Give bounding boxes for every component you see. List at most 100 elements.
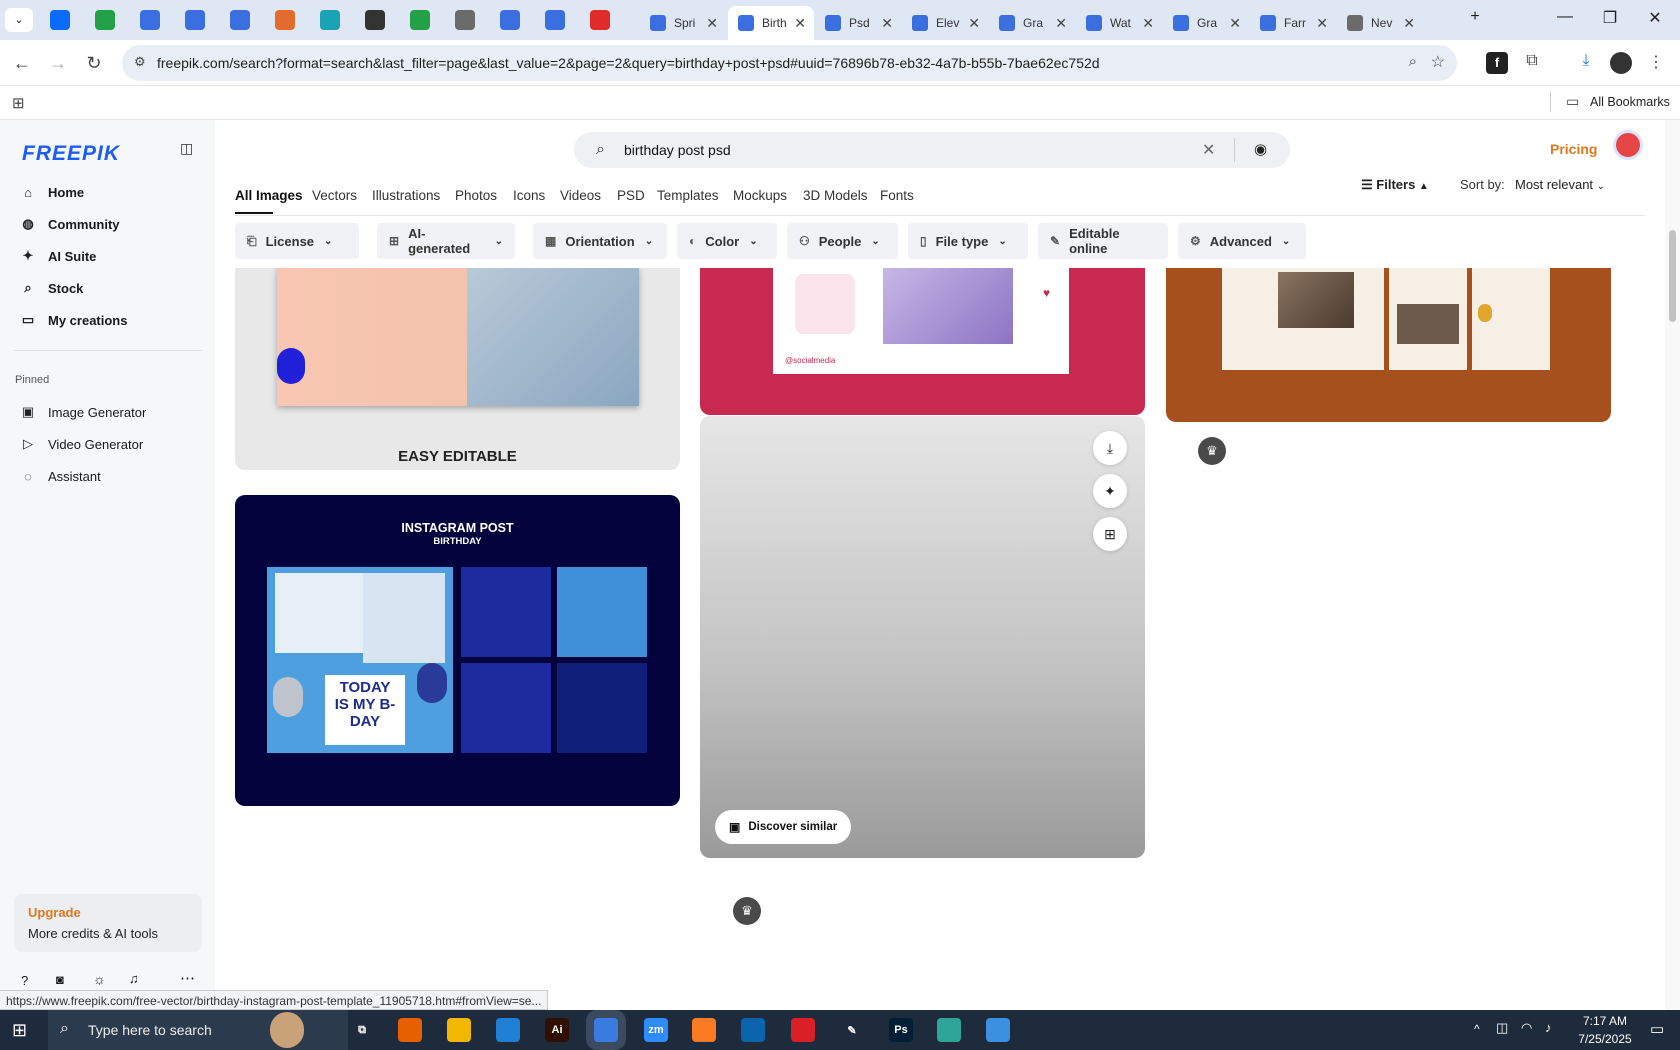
sidebar-item-community[interactable]: ◍ Community (20, 210, 119, 238)
sidebar-item-my-creations[interactable]: ▭ My creations (20, 306, 128, 334)
result-card-easy-editable[interactable]: EASY EDITABLE (235, 268, 680, 470)
bookmark-star-icon[interactable]: ☆ (1431, 52, 1445, 72)
pinned-tab-favicon[interactable] (590, 10, 610, 30)
filter-advanced[interactable]: ⚙ Advanced ⌄ (1178, 223, 1306, 259)
pinned-tab-favicon[interactable] (230, 10, 250, 30)
browser-tab[interactable]: Spri ✕ (640, 6, 726, 40)
tray-wifi-icon[interactable]: ◠ (1521, 1020, 1532, 1036)
close-window-button[interactable]: ✕ (1640, 8, 1670, 28)
tray-network-icon[interactable]: ◫ (1496, 1020, 1508, 1036)
result-card-instagram-post[interactable]: INSTAGRAM POST BIRTHDAY TODAY IS MY B-DA… (235, 495, 680, 806)
pinned-tab-favicon[interactable] (455, 10, 475, 30)
result-card-loading[interactable]: ⤓ ✦ ⊞ ▣ Discover similar (700, 416, 1145, 858)
close-tab-icon[interactable]: ✕ (881, 15, 893, 32)
tab-all-images[interactable]: All Images (235, 188, 303, 203)
tab-videos[interactable]: Videos (560, 188, 601, 203)
tab-photos[interactable]: Photos (455, 188, 497, 203)
theme-sun-icon[interactable]: ☼ (93, 971, 106, 987)
user-avatar[interactable] (1613, 130, 1643, 160)
discover-similar-button[interactable]: ▣ Discover similar (715, 810, 852, 844)
filter-ai-generated[interactable]: ⊞ AI-generated ⌄ (377, 223, 515, 259)
extension-icon[interactable]: f (1486, 52, 1508, 74)
collapse-sidebar-icon[interactable]: ◫ (180, 140, 193, 157)
apps-grid-icon[interactable]: ⊞ (12, 94, 25, 112)
firefox-icon[interactable] (398, 1018, 422, 1042)
browser-tab[interactable]: Psd ✕ (815, 6, 901, 40)
extensions-puzzle-icon[interactable]: ⧉ (1521, 52, 1543, 74)
close-tab-icon[interactable]: ✕ (706, 15, 718, 32)
pinned-tab-favicon[interactable] (500, 10, 520, 30)
result-card-party-flyer[interactable] (1166, 268, 1611, 422)
filters-toggle[interactable]: ☰ Filters ▲ (1361, 177, 1429, 193)
sidebar-item-home[interactable]: ⌂ Home (20, 178, 84, 206)
creative-cloud-icon[interactable] (791, 1018, 815, 1042)
sidebar-item-ai-suite[interactable]: ✦ AI Suite (20, 242, 97, 270)
tray-chevron-icon[interactable]: ^ (1474, 1022, 1480, 1036)
photos-icon[interactable] (986, 1018, 1010, 1042)
file-explorer-icon[interactable] (447, 1018, 471, 1042)
result-card-pink-birthday[interactable]: @socialmedia ♥ (700, 268, 1145, 415)
menu-kebab-icon[interactable]: ⋮ (1645, 52, 1667, 74)
profile-avatar[interactable] (1610, 52, 1632, 74)
vertical-scrollbar[interactable] (1665, 120, 1680, 1010)
download-icon[interactable]: ⤓ (1093, 431, 1127, 465)
freepik-logo[interactable]: FREEPIK (22, 142, 120, 166)
download-icon[interactable]: ⤓ (1575, 52, 1597, 74)
tab-search-button[interactable]: ⌄ (5, 8, 33, 32)
pricing-link[interactable]: Pricing (1550, 141, 1597, 157)
pinned-item-video-generator[interactable]: ▷ Video Generator (20, 430, 143, 458)
task-view-icon[interactable]: ⧉ (350, 1018, 374, 1042)
search-input[interactable]: birthday post psd (624, 142, 731, 158)
all-bookmarks-link[interactable]: All Bookmarks (1590, 95, 1670, 109)
close-tab-icon[interactable]: ✕ (1142, 15, 1154, 32)
maximize-button[interactable]: ❐ (1595, 8, 1625, 28)
filter-orientation[interactable]: ▦ Orientation ⌄ (533, 223, 667, 259)
xampp-icon[interactable] (692, 1018, 716, 1042)
tab-fonts[interactable]: Fonts (880, 188, 914, 203)
windows-start-icon[interactable]: ⊞ (12, 1020, 27, 1041)
pen-tool-icon[interactable]: ✎ (840, 1018, 864, 1042)
browser-tab[interactable]: Gra ✕ (1163, 6, 1249, 40)
discord-icon[interactable]: ◙ (56, 972, 64, 987)
sort-dropdown[interactable]: Most relevant ⌄ (1515, 177, 1605, 192)
filter-license[interactable]: ⎗ License ⌄ (235, 223, 359, 259)
taskbar-search-box[interactable]: ⌕ Type here to search (48, 1010, 348, 1050)
pinned-tab-favicon[interactable] (275, 10, 295, 30)
pinned-item-assistant[interactable]: ◌ Assistant (20, 462, 101, 490)
notification-center-icon[interactable]: ▭ (1650, 1020, 1664, 1038)
minimize-button[interactable]: — (1550, 8, 1580, 26)
tray-volume-icon[interactable]: ♪ (1545, 1020, 1552, 1035)
browser-tab[interactable]: Elev ✕ (902, 6, 988, 40)
notifications-bell-icon[interactable]: ♫ (129, 971, 139, 986)
tab-illustrations[interactable]: Illustrations (372, 188, 440, 203)
tab-templates[interactable]: Templates (657, 188, 719, 203)
pinned-item-image-generator[interactable]: ▣ Image Generator (20, 398, 146, 426)
camera-search-icon[interactable]: ◉ (1254, 140, 1267, 158)
tab-icons[interactable]: Icons (513, 188, 545, 203)
forward-icon[interactable]: → (46, 51, 70, 75)
help-icon[interactable]: ? (21, 973, 28, 988)
pinned-tab-favicon[interactable] (50, 10, 70, 30)
app-diamond-icon[interactable] (937, 1018, 961, 1042)
address-bar[interactable]: ⚙ freepik.com/search?format=search&last_… (122, 45, 1457, 81)
save-to-collection-icon[interactable]: ⊞ (1093, 517, 1127, 551)
filter-editable-online[interactable]: ✎ Editable online (1038, 223, 1168, 259)
browser-tab[interactable]: Gra ✕ (989, 6, 1075, 40)
close-tab-icon[interactable]: ✕ (1403, 15, 1415, 32)
site-info-icon[interactable]: ⚙ (134, 54, 146, 70)
zoom-icon[interactable]: zm (644, 1018, 668, 1042)
browser-tab[interactable]: Wat ✕ (1076, 6, 1162, 40)
clear-search-icon[interactable]: ✕ (1202, 140, 1215, 160)
vscode-icon[interactable] (496, 1018, 520, 1042)
filter-people[interactable]: ⚇ People ⌄ (787, 223, 898, 259)
outlook-icon[interactable] (741, 1018, 765, 1042)
close-tab-icon[interactable]: ✕ (794, 15, 806, 32)
close-tab-icon[interactable]: ✕ (1316, 15, 1328, 32)
ai-edit-sparkle-icon[interactable]: ✦ (1093, 474, 1127, 508)
illustrator-icon[interactable]: Ai (545, 1018, 569, 1042)
close-tab-icon[interactable]: ✕ (968, 15, 980, 32)
pinned-tab-favicon[interactable] (185, 10, 205, 30)
tray-date[interactable]: 7/25/2025 (1570, 1032, 1640, 1046)
chrome-icon[interactable] (594, 1018, 618, 1042)
close-tab-icon[interactable]: ✕ (1055, 15, 1067, 32)
